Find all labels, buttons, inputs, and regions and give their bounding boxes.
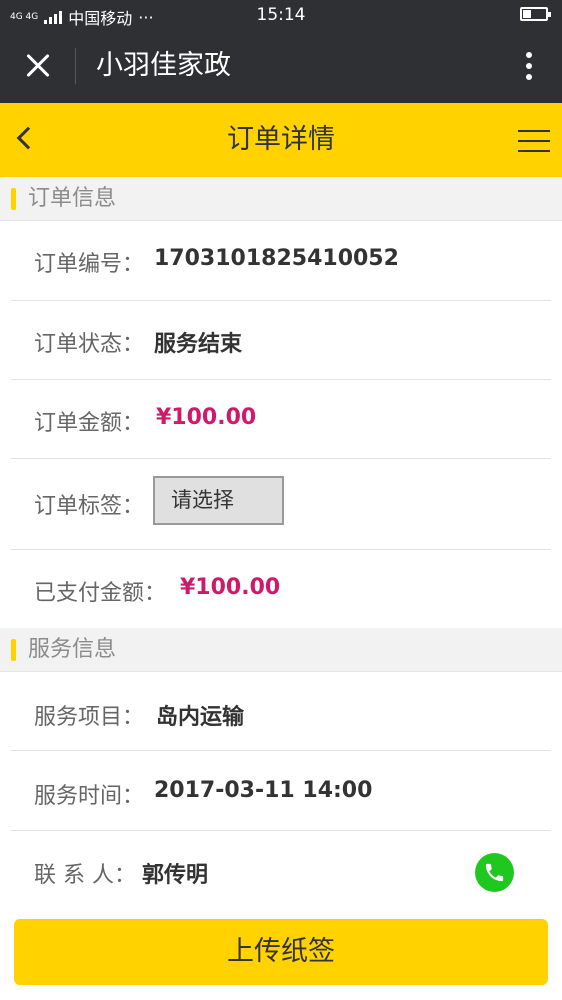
close-icon[interactable]: [22, 48, 54, 84]
order-amount-row: 订单金额： ¥100.00: [11, 380, 551, 459]
service-time-value: 2017-03-11 14:00: [154, 778, 373, 803]
order-status-label: 订单状态：: [34, 332, 145, 357]
contact-value: 郭传明: [142, 863, 209, 888]
order-number-label: 订单编号：: [34, 252, 145, 277]
paid-amount-label: 已支付金额：: [34, 581, 167, 606]
more-menu-icon[interactable]: [524, 48, 534, 84]
battery-icon: [520, 7, 551, 21]
phone-call-icon[interactable]: [475, 853, 514, 892]
service-time-label: 服务时间：: [34, 784, 145, 809]
clock: 15:14: [256, 5, 306, 25]
order-info-section-header: 订单信息: [0, 177, 562, 221]
section-marker: [11, 188, 16, 210]
order-tag-select[interactable]: 请选择: [153, 476, 284, 525]
service-item-row: 服务项目： 岛内运输: [11, 672, 551, 751]
order-number-row: 订单编号： 1703101825410052: [11, 221, 551, 301]
section-title: 订单信息: [28, 186, 117, 211]
wechat-title-bar: 小羽佳家政: [0, 28, 562, 103]
back-arrow-icon[interactable]: [12, 125, 40, 155]
divider: [75, 48, 76, 84]
order-amount-label: 订单金额：: [34, 411, 145, 436]
page-header: 订单详情: [0, 103, 562, 177]
paid-amount-value: ¥100.00: [180, 575, 281, 600]
hamburger-menu-icon[interactable]: [518, 129, 550, 153]
order-tag-row: 订单标签： 请选择: [11, 459, 551, 550]
service-info-section-header: 服务信息: [0, 628, 562, 672]
order-number-value: 1703101825410052: [154, 246, 399, 271]
order-status-row: 订单状态： 服务结束: [11, 301, 551, 380]
order-status-value: 服务结束: [154, 332, 243, 357]
status-bar: 4G 4G 中国移动 ··· 15:14: [0, 0, 562, 28]
app-title: 小羽佳家政: [96, 50, 231, 81]
contact-row: 联 系 人： 郭传明: [11, 831, 551, 909]
upload-paper-signature-button[interactable]: 上传纸签: [14, 919, 548, 985]
page-title: 订单详情: [227, 124, 335, 155]
paid-amount-row: 已支付金额： ¥100.00: [11, 550, 551, 628]
service-item-value: 岛内运输: [156, 705, 245, 730]
order-amount-value: ¥100.00: [156, 405, 257, 430]
order-tag-label: 订单标签：: [34, 494, 145, 519]
service-item-label: 服务项目：: [34, 705, 145, 730]
section-marker: [11, 639, 16, 661]
service-time-row: 服务时间： 2017-03-11 14:00: [11, 751, 551, 831]
section-title: 服务信息: [28, 637, 117, 662]
contact-label: 联 系 人：: [34, 863, 136, 888]
